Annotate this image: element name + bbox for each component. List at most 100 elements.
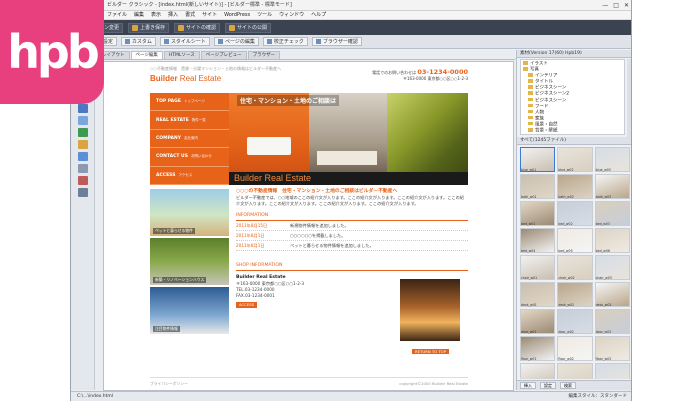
- tab-page-preview[interactable]: ページプレビュー: [200, 51, 247, 59]
- text-tool-icon[interactable]: [78, 116, 88, 125]
- proofread-label: 校正チェック: [273, 39, 304, 45]
- tree-node-label: ビジネスシーン2: [535, 91, 570, 97]
- stylesheet-button[interactable]: スタイルシート: [159, 37, 210, 46]
- side-banner-new-house[interactable]: 新築・リノベーションハウス: [150, 238, 229, 286]
- material-thumbnail[interactable]: hall_w02: [557, 363, 593, 379]
- editor-canvas[interactable]: ○○不動産情報 賃貸・分譲マンション・土地の情報はビルダー不動産へ Builde…: [103, 61, 514, 391]
- tree-node-label: 風景・自然: [535, 122, 558, 128]
- thumbnail-label: chair_w02: [558, 276, 575, 280]
- material-thumbnail[interactable]: door_w01: [520, 309, 556, 334]
- menu-help[interactable]: ヘルプ: [311, 11, 326, 19]
- material-thumbnail[interactable]: desk_w03: [594, 282, 630, 307]
- window-title: ビルダー クラシック - [index.html(新しいサイト)] - [ビルダ…: [107, 2, 292, 8]
- news-text[interactable]: ペットと暮らせる物件情報を追加しました。: [290, 243, 374, 249]
- link-tool-icon[interactable]: [78, 152, 88, 161]
- shop-info: Builder Real Estate 〒163-0000 東京都○○区○○1-…: [236, 275, 468, 345]
- menu-view[interactable]: 表示: [151, 11, 161, 19]
- return-to-top-button[interactable]: RETURN TO TOP: [412, 349, 449, 354]
- thumbnail-label: blue_w02: [558, 168, 574, 172]
- menu-window[interactable]: ウィンドウ: [279, 11, 304, 19]
- material-thumbnail[interactable]: bed_w01: [520, 201, 556, 226]
- material-thumbnail[interactable]: chair_w03: [594, 255, 630, 280]
- material-thumbnail[interactable]: bed_w04: [520, 228, 556, 253]
- tree-node[interactable]: 背景・壁紙: [523, 128, 622, 134]
- site-publish-button[interactable]: サイトの公開: [225, 22, 272, 33]
- material-thumbnail[interactable]: hall_w01: [520, 363, 556, 379]
- tab-browser[interactable]: ブラウザー: [247, 51, 281, 59]
- browser-icon: [315, 39, 321, 44]
- material-thumbnail[interactable]: blue_w02: [557, 147, 593, 172]
- side-banner-pets[interactable]: ペットと暮らせる物件: [150, 189, 229, 237]
- tab-page-edit[interactable]: ページ編集: [130, 51, 163, 59]
- menu-file[interactable]: ファイル: [107, 11, 127, 19]
- menu-format[interactable]: 書式: [185, 11, 195, 19]
- material-thumbnail[interactable]: floor_w03: [594, 336, 630, 361]
- side-banner-featured[interactable]: 注目物件情報: [150, 287, 229, 335]
- page-edit-button[interactable]: ページの編集: [213, 37, 259, 46]
- material-thumbnail[interactable]: bath_w02: [557, 174, 593, 199]
- tree-panel-title: 素材(Version 17(60) Hpb19): [517, 50, 631, 58]
- menu-wordpress[interactable]: WordPress: [224, 11, 250, 19]
- save-button[interactable]: 上書き保存: [128, 22, 170, 33]
- page-content: ○○○の不動産情報 住宅・マンション・土地のご相談はビルダー不動産へ ビルダー不…: [236, 189, 468, 345]
- nav-label: ACCESS: [156, 172, 176, 178]
- material-thumbnail[interactable]: chair_w02: [557, 255, 593, 280]
- table-tool-icon[interactable]: [78, 140, 88, 149]
- nav-access[interactable]: ACCESS アクセス: [150, 167, 229, 185]
- menu-tools[interactable]: ツール: [257, 11, 272, 19]
- close-button[interactable]: ✕: [624, 1, 629, 10]
- folder-icon: [528, 128, 533, 132]
- thumbnail-label: blue_w03: [595, 168, 611, 172]
- material-thumbnail[interactable]: door_w03: [594, 309, 630, 334]
- material-thumbnail[interactable]: bed_w05: [557, 228, 593, 253]
- material-thumbnail[interactable]: floor_w02: [557, 336, 593, 361]
- material-thumbnail[interactable]: hall_w03: [594, 363, 630, 379]
- nav-contact[interactable]: CONTACT US お問い合わせ: [150, 148, 229, 167]
- menu-insert[interactable]: 挿入: [168, 11, 178, 19]
- thumbnail-label: bath_w01: [521, 195, 537, 199]
- materials-panel: 素材(Version 17(60) Hpb19) イラスト 写真 インテリア タ…: [516, 50, 631, 390]
- proofread-button[interactable]: 校正チェック: [262, 37, 308, 46]
- privacy-link[interactable]: プライバシーポリシー: [150, 381, 188, 387]
- material-thumbnail[interactable]: chair_w01: [520, 255, 556, 280]
- minimize-button[interactable]: —: [602, 1, 608, 10]
- material-thumbnail[interactable]: bed_w06: [594, 228, 630, 253]
- material-thumbnail[interactable]: bath_w01: [520, 174, 556, 199]
- tree-scrollbar[interactable]: [627, 59, 631, 137]
- material-thumbnail[interactable]: desk_w01: [520, 282, 556, 307]
- panel-bottom-bar: 挿入 設定 検索: [517, 380, 631, 390]
- settings-button[interactable]: 設定: [540, 382, 556, 389]
- maximize-button[interactable]: □: [613, 1, 619, 10]
- search-button[interactable]: 検索: [560, 382, 576, 389]
- access-button[interactable]: ACCESS: [236, 302, 258, 308]
- parts-tool-icon[interactable]: [78, 176, 88, 185]
- tab-html-source[interactable]: HTMLソース: [163, 51, 200, 59]
- site-check-button[interactable]: サイトの確認: [174, 22, 221, 33]
- material-thumbnail[interactable]: bed_w03: [594, 201, 630, 226]
- news-text[interactable]: ○○○○○○を掲載しました。: [290, 233, 345, 239]
- insert-button[interactable]: 挿入: [520, 382, 536, 389]
- image-tool-icon[interactable]: [78, 128, 88, 137]
- css-icon: [163, 39, 169, 44]
- browser-check-button[interactable]: ブラウザー確認: [311, 37, 362, 46]
- material-thumbnail[interactable]: floor_w01: [520, 336, 556, 361]
- select-tool-icon[interactable]: [78, 104, 88, 113]
- custom-button[interactable]: カスタム: [120, 37, 156, 46]
- material-thumbnail[interactable]: bed_w02: [557, 201, 593, 226]
- material-thumbnail[interactable]: door_w02: [557, 309, 593, 334]
- material-thumbnail[interactable]: bath_w03: [594, 174, 630, 199]
- layout-tool-icon[interactable]: [78, 188, 88, 197]
- material-thumbnail[interactable]: blue_w03: [594, 147, 630, 172]
- tree-node-label: 写真: [530, 67, 539, 73]
- nav-top-page[interactable]: TOP PAGE トップページ: [150, 93, 229, 112]
- material-thumbnail[interactable]: desk_w02: [557, 282, 593, 307]
- nav-real-estate[interactable]: REAL ESTATE 物件一覧: [150, 111, 229, 130]
- material-thumbnail[interactable]: blue_w01: [520, 147, 556, 172]
- nav-company[interactable]: COMPANY 会社案内: [150, 130, 229, 149]
- left-tool-strip: [71, 60, 95, 390]
- form-tool-icon[interactable]: [78, 164, 88, 173]
- news-text[interactable]: 新規物件情報を追加しました。: [290, 223, 349, 229]
- menu-site[interactable]: サイト: [202, 11, 217, 19]
- news-row: 2011年8月15日 新規物件情報を追加しました。: [236, 221, 468, 231]
- menu-edit[interactable]: 編集: [134, 11, 144, 19]
